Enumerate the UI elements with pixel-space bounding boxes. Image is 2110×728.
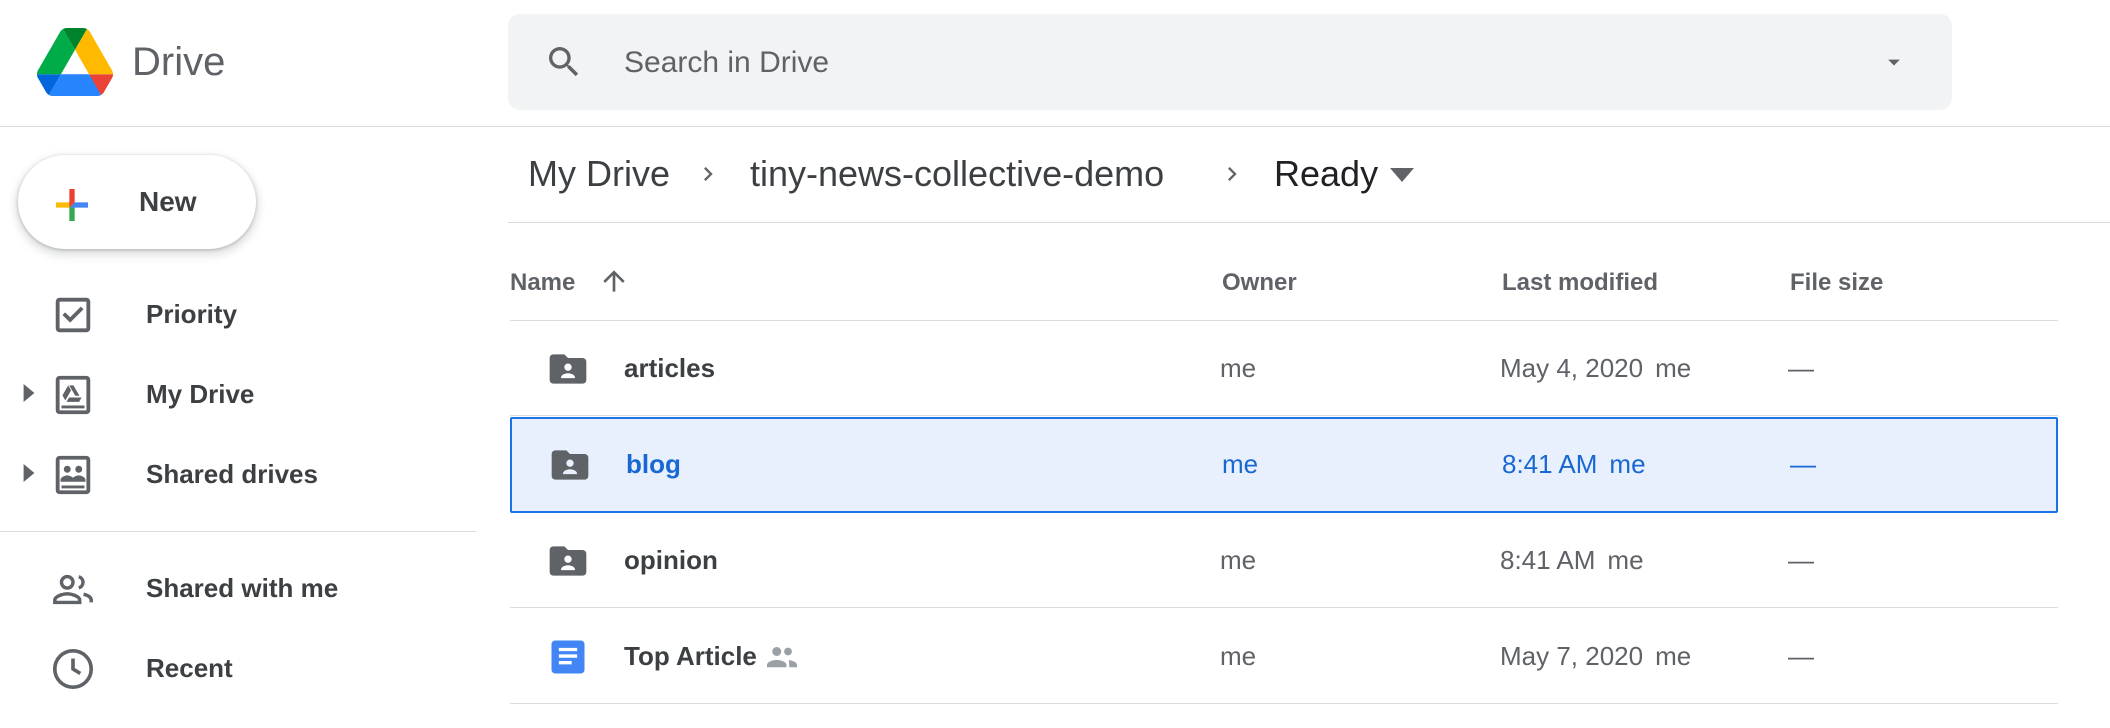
sidebar-item-priority[interactable]: Priority — [0, 272, 476, 352]
table-row-selected[interactable]: blog me 8:41 AM me — — [510, 417, 2058, 513]
search-input[interactable] — [622, 38, 1806, 88]
sidebar-divider — [0, 531, 476, 532]
dropdown-caret-icon[interactable] — [1390, 168, 1414, 182]
owner: me — [1222, 449, 1259, 479]
sidebar-item-my-drive[interactable]: My Drive — [0, 352, 476, 432]
shared-folder-icon — [549, 354, 587, 384]
last-modified: May 4, 2020 me — [1500, 351, 1691, 385]
new-button-label: New — [139, 186, 197, 217]
modified-date: 8:41 AM — [1502, 449, 1598, 479]
file-size: — — [1790, 449, 1816, 479]
last-modified: 8:41 AM me — [1502, 447, 1646, 481]
shared-folder-icon — [551, 450, 589, 480]
shared-folder-icon — [549, 546, 587, 576]
modified-by: me — [1655, 641, 1692, 671]
sidebar-item-label: Shared drives — [146, 459, 318, 489]
priority-check-icon — [55, 297, 91, 333]
file-name[interactable]: articles — [624, 351, 715, 385]
sidebar-item-label: My Drive — [146, 379, 255, 409]
my-drive-icon — [55, 375, 91, 415]
modified-by: me — [1609, 449, 1646, 479]
search-bar[interactable] — [508, 14, 1952, 110]
table-row[interactable]: opinion me 8:41 AM me — — [510, 513, 2058, 608]
shared-people-icon — [767, 647, 797, 668]
table-row[interactable]: Top Article me May 7, 2020 me — — [510, 609, 2058, 704]
top-header: Drive — [0, 0, 2110, 127]
owner: me — [1220, 545, 1257, 575]
owner: me — [1220, 641, 1257, 671]
breadcrumb-item-my-drive[interactable]: My Drive — [528, 152, 670, 196]
expand-arrow-icon[interactable] — [20, 462, 38, 484]
modified-date: May 7, 2020 — [1500, 641, 1644, 671]
sidebar-item-recent[interactable]: Recent — [0, 626, 476, 706]
file-name[interactable]: Top Article — [624, 639, 757, 673]
last-modified: May 7, 2020 me — [1500, 639, 1691, 673]
sidebar-item-shared-drives[interactable]: Shared drives — [0, 432, 476, 512]
people-icon — [53, 574, 93, 605]
modified-by: me — [1607, 545, 1644, 575]
sidebar-item-label: Shared with me — [146, 573, 339, 603]
google-doc-icon — [551, 640, 585, 674]
breadcrumb-item-folder[interactable]: tiny-news-collective-demo — [750, 152, 1164, 196]
search-options-dropdown-icon[interactable] — [1878, 48, 1910, 76]
drive-logo-icon[interactable] — [36, 28, 114, 96]
expand-arrow-icon[interactable] — [20, 382, 38, 404]
file-name[interactable]: opinion — [624, 543, 718, 577]
sort-ascending-arrow-icon[interactable] — [598, 265, 630, 297]
file-size: — — [1788, 353, 1814, 383]
modified-date: May 4, 2020 — [1500, 353, 1644, 383]
new-button[interactable]: New — [18, 155, 256, 249]
modified-by: me — [1655, 353, 1692, 383]
sidebar-item-label: Recent — [146, 653, 233, 683]
column-header-name[interactable]: Name — [510, 268, 575, 298]
breadcrumb-divider — [508, 222, 2110, 223]
chevron-right-icon — [704, 167, 713, 181]
sidebar-item-shared-with-me[interactable]: Shared with me — [0, 546, 476, 626]
file-size: — — [1788, 641, 1814, 671]
column-header-owner[interactable]: Owner — [1222, 268, 1297, 298]
clock-icon — [52, 648, 94, 690]
modified-date: 8:41 AM — [1500, 545, 1596, 575]
file-size: — — [1788, 545, 1814, 575]
table-row[interactable]: articles me May 4, 2020 me — — [510, 321, 2058, 416]
last-modified: 8:41 AM me — [1500, 543, 1644, 577]
sidebar-item-label: Priority — [146, 299, 238, 329]
breadcrumb-item-current[interactable]: Ready — [1274, 152, 1378, 196]
file-name[interactable]: blog — [626, 447, 681, 481]
column-header-last-modified[interactable]: Last modified — [1502, 268, 1658, 298]
search-icon[interactable] — [544, 42, 584, 82]
shared-drives-icon — [55, 455, 91, 495]
column-header-file-size[interactable]: File size — [1790, 268, 1883, 298]
plus-icon — [56, 189, 88, 221]
app-name: Drive — [132, 40, 226, 84]
owner: me — [1220, 353, 1257, 383]
chevron-right-icon — [1228, 167, 1237, 181]
